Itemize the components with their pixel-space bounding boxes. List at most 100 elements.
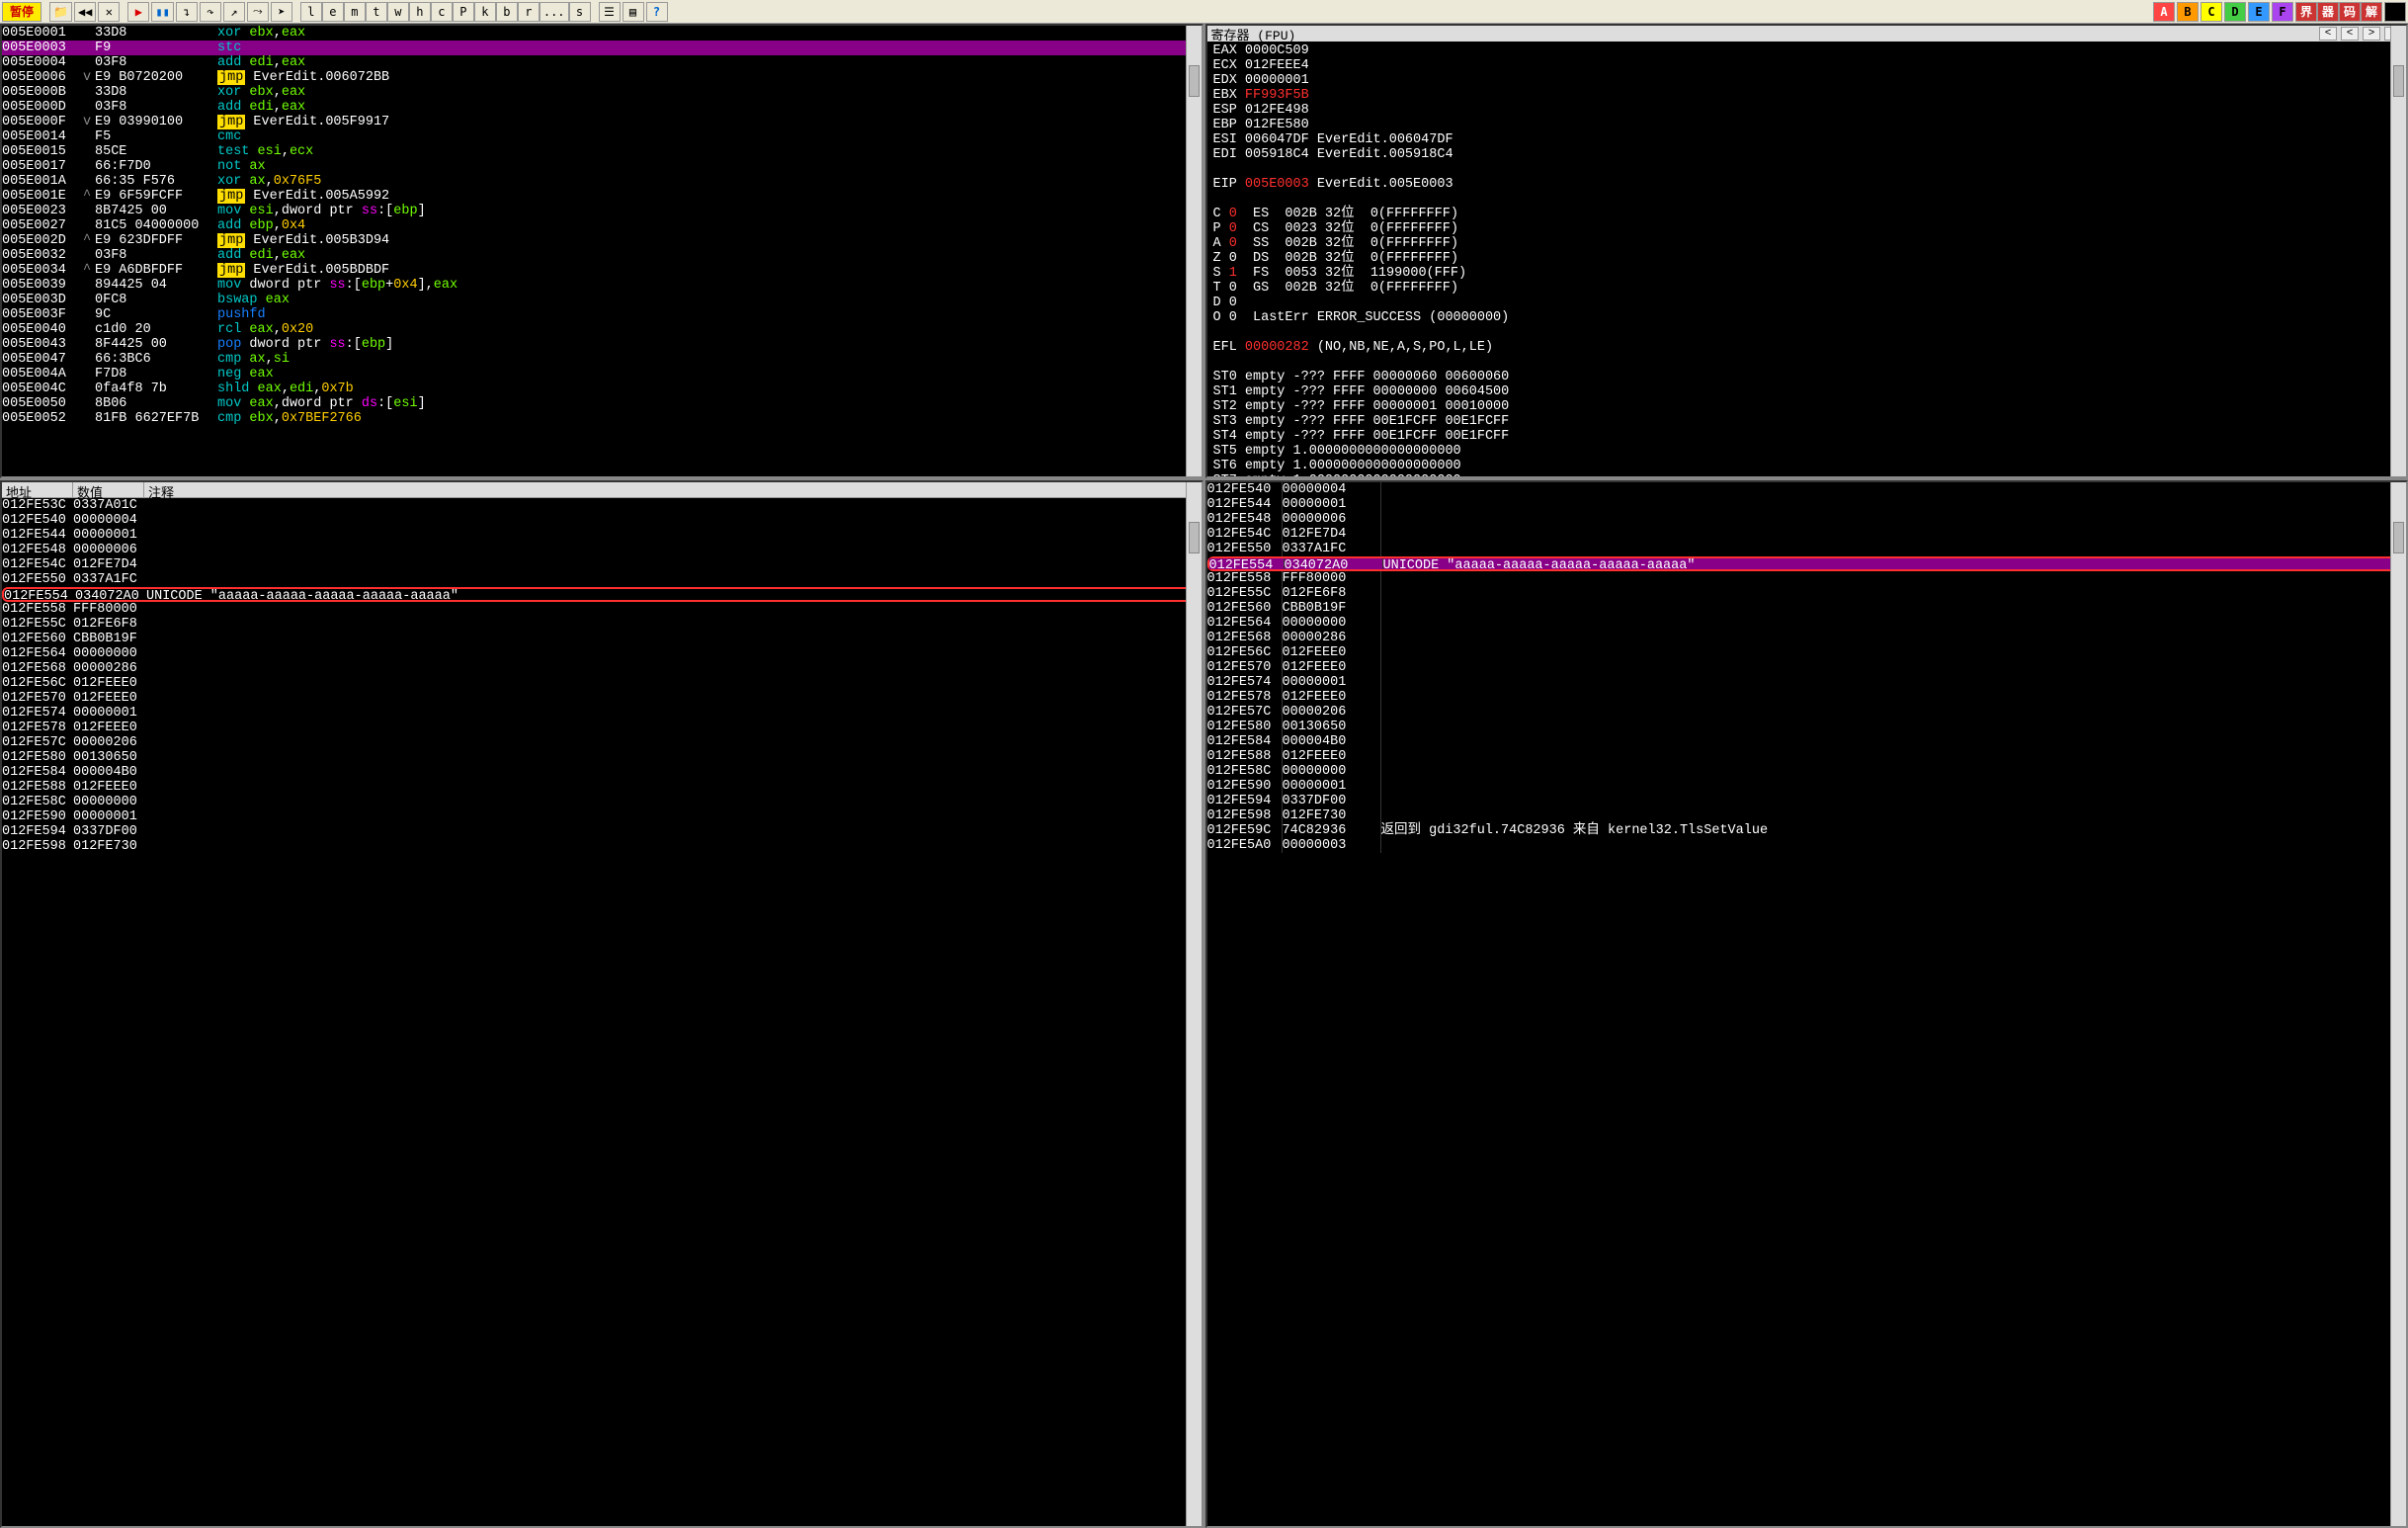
marker-e[interactable]: E bbox=[2248, 2, 2270, 22]
stack-row[interactable]: 012FE54000000004 bbox=[1207, 482, 2407, 497]
disasm-row[interactable]: 005E0006vE9 B0720200jmp EverEdit.006072B… bbox=[2, 70, 1202, 85]
stack-row[interactable]: 012FE558FFF80000 bbox=[1207, 571, 2407, 586]
dump-row[interactable]: 012FE59000000001 bbox=[2, 809, 1202, 824]
toolbar-btn-...[interactable]: ... bbox=[540, 2, 569, 22]
stack-scrollbar[interactable] bbox=[2390, 482, 2406, 1526]
dump-row[interactable]: 012FE54400000001 bbox=[2, 528, 1202, 543]
stack-row[interactable]: 012FE54400000001 bbox=[1207, 497, 2407, 512]
dump-row[interactable]: 012FE560CBB0B19F bbox=[2, 632, 1202, 646]
disasm-row[interactable]: 005E0034^E9 A6DBFDFFjmp EverEdit.005BDBD… bbox=[2, 263, 1202, 278]
toolbar-btn-k[interactable]: k bbox=[474, 2, 496, 22]
stack-row[interactable]: 012FE58C00000000 bbox=[1207, 764, 2407, 779]
dump-row[interactable]: 012FE584000004B0 bbox=[2, 765, 1202, 780]
disasm-row[interactable]: 005E0050 8B06mov eax,dword ptr ds:[esi] bbox=[2, 396, 1202, 411]
toolbar-btn-r[interactable]: r bbox=[518, 2, 540, 22]
disasm-row[interactable]: 005E0047 66:3BC6cmp ax,si bbox=[2, 352, 1202, 367]
marker-d[interactable]: D bbox=[2224, 2, 2246, 22]
pause-icon[interactable]: ▮▮ bbox=[151, 2, 173, 22]
stack-row[interactable]: 012FE55C012FE6F8 bbox=[1207, 586, 2407, 601]
disasm-row[interactable]: 005E004A F7D8neg eax bbox=[2, 367, 1202, 382]
stack-row[interactable]: 012FE578012FEEE0 bbox=[1207, 690, 2407, 705]
dump-row[interactable]: 012FE58000130650 bbox=[2, 750, 1202, 765]
stack-row[interactable]: 012FE58000130650 bbox=[1207, 720, 2407, 734]
dump-row[interactable]: 012FE56800000286 bbox=[2, 661, 1202, 676]
dump-row[interactable]: 012FE554034072A0UNICODE "aaaaa-aaaaa-aaa… bbox=[2, 587, 1202, 602]
disasm-row[interactable]: 005E0040 c1d0 20rcl eax,0x20 bbox=[2, 322, 1202, 337]
dump-row[interactable]: 012FE570012FEEE0 bbox=[2, 691, 1202, 706]
disasm-row[interactable]: 005E0032 03F8add edi,eax bbox=[2, 248, 1202, 263]
folder-icon[interactable]: 📁 bbox=[49, 2, 72, 22]
stack-row[interactable]: 012FE57400000001 bbox=[1207, 675, 2407, 690]
toolbar-btn-s[interactable]: s bbox=[569, 2, 591, 22]
nav-first-icon[interactable]: < bbox=[2319, 27, 2337, 41]
dump-scrollbar[interactable] bbox=[1186, 482, 1202, 1526]
toolbar-cjk-器[interactable]: 器 bbox=[2317, 2, 2339, 22]
disasm-row[interactable]: 005E000D 03F8add edi,eax bbox=[2, 100, 1202, 115]
disasm-row[interactable]: 005E0014 F5cmc bbox=[2, 129, 1202, 144]
disasm-row[interactable]: 005E0023 8B7425 00mov esi,dword ptr ss:[… bbox=[2, 204, 1202, 218]
disasm-row[interactable]: 005E003F 9Cpushfd bbox=[2, 307, 1202, 322]
disasm-row[interactable]: 005E000B 33D8xor ebx,eax bbox=[2, 85, 1202, 100]
stack-row[interactable]: 012FE5500337A1FC bbox=[1207, 542, 2407, 556]
toolbar-btn-w[interactable]: w bbox=[387, 2, 409, 22]
step-over-icon[interactable]: ↷ bbox=[200, 2, 221, 22]
disasm-row[interactable]: 005E0015 85CEtest esi,ecx bbox=[2, 144, 1202, 159]
list-icon[interactable]: ☰ bbox=[599, 2, 621, 22]
toolbar-btn-P[interactable]: P bbox=[453, 2, 474, 22]
stack-row[interactable]: 012FE554034072A0UNICODE "aaaaa-aaaaa-aaa… bbox=[1207, 556, 2407, 571]
step-into-icon[interactable]: ↴ bbox=[176, 2, 198, 22]
disasm-row[interactable]: 005E0043 8F4425 00pop dword ptr ss:[ebp] bbox=[2, 337, 1202, 352]
marker-a[interactable]: A bbox=[2153, 2, 2175, 22]
dump-row[interactable]: 012FE588012FEEE0 bbox=[2, 780, 1202, 795]
stack-row[interactable]: 012FE570012FEEE0 bbox=[1207, 660, 2407, 675]
dump-row[interactable]: 012FE54C012FE7D4 bbox=[2, 557, 1202, 572]
step-out-icon[interactable]: ↗ bbox=[223, 2, 245, 22]
stack-row[interactable]: 012FE56800000286 bbox=[1207, 631, 2407, 645]
stack-row[interactable]: 012FE59C74C82936返回到 gdi32ful.74C82936 来自… bbox=[1207, 823, 2407, 838]
disasm-row[interactable]: 005E0027 81C5 04000000add ebp,0x4 bbox=[2, 218, 1202, 233]
disasm-row[interactable]: 005E0004 03F8add edi,eax bbox=[2, 55, 1202, 70]
disasm-row[interactable]: 005E001E^E9 6F59FCFFjmp EverEdit.005A599… bbox=[2, 189, 1202, 204]
stack-row[interactable]: 012FE5A000000003 bbox=[1207, 838, 2407, 853]
checklist-icon[interactable]: ▤ bbox=[623, 2, 644, 22]
run-icon[interactable]: ▶ bbox=[127, 2, 149, 22]
close-icon[interactable]: ✕ bbox=[98, 2, 120, 22]
stack-row[interactable]: 012FE54800000006 bbox=[1207, 512, 2407, 527]
disasm-row[interactable]: 005E003D 0FC8bswap eax bbox=[2, 293, 1202, 307]
dump-row[interactable]: 012FE56400000000 bbox=[2, 646, 1202, 661]
registers-pane[interactable]: 寄存器 (FPU) < < > > EAX 0000C509 ECX 012FE… bbox=[1205, 24, 2408, 478]
toolbar-cjk-解[interactable]: 解 bbox=[2361, 2, 2382, 22]
disasm-row[interactable]: 005E001A 66:35 F576xor ax,0x76F5 bbox=[2, 174, 1202, 189]
disasm-row[interactable]: 005E0052 81FB 6627EF7Bcmp ebx,0x7BEF2766 bbox=[2, 411, 1202, 426]
marker-b[interactable]: B bbox=[2177, 2, 2199, 22]
stack-row[interactable]: 012FE59000000001 bbox=[1207, 779, 2407, 794]
stack-row[interactable]: 012FE560CBB0B19F bbox=[1207, 601, 2407, 616]
toolbar-btn-b[interactable]: b bbox=[496, 2, 518, 22]
dump-row[interactable]: 012FE54000000004 bbox=[2, 513, 1202, 528]
dump-row[interactable]: 012FE58C00000000 bbox=[2, 795, 1202, 809]
run-to-icon[interactable]: ➤ bbox=[271, 2, 292, 22]
pause-button[interactable]: 暂停 bbox=[2, 2, 42, 22]
dump-row[interactable]: 012FE5500337A1FC bbox=[2, 572, 1202, 587]
stack-pane[interactable]: 012FE54000000004012FE54400000001012FE548… bbox=[1205, 480, 2408, 1528]
toolbar-btn-c[interactable]: c bbox=[431, 2, 453, 22]
toolbar-btn-h[interactable]: h bbox=[409, 2, 431, 22]
toolbar-btn-l[interactable]: l bbox=[300, 2, 322, 22]
toolbar-btn-m[interactable]: m bbox=[344, 2, 366, 22]
registers-scrollbar[interactable] bbox=[2390, 26, 2406, 476]
dump-row[interactable]: 012FE53C0337A01C bbox=[2, 498, 1202, 513]
dump-row[interactable]: 012FE57C00000206 bbox=[2, 735, 1202, 750]
dump-row[interactable]: 012FE5940337DF00 bbox=[2, 824, 1202, 839]
stack-row[interactable]: 012FE57C00000206 bbox=[1207, 705, 2407, 720]
disasm-row[interactable]: 005E000FvE9 03990100jmp EverEdit.005F991… bbox=[2, 115, 1202, 129]
disasm-row[interactable]: 005E004C 0fa4f8 7bshld eax,edi,0x7b bbox=[2, 382, 1202, 396]
disassembly-pane[interactable]: 005E0001 33D8xor ebx,eax005E0003 F9stc 0… bbox=[0, 24, 1204, 478]
disasm-row[interactable]: 005E0001 33D8xor ebx,eax bbox=[2, 26, 1202, 41]
disasm-scrollbar[interactable] bbox=[1186, 26, 1202, 476]
stack-row[interactable]: 012FE5940337DF00 bbox=[1207, 794, 2407, 808]
stack-row[interactable]: 012FE598012FE730 bbox=[1207, 808, 2407, 823]
nav-next-icon[interactable]: > bbox=[2363, 27, 2380, 41]
toolbar-btn-e[interactable]: e bbox=[322, 2, 344, 22]
toolbar-cjk-界[interactable]: 界 bbox=[2295, 2, 2317, 22]
stack-row[interactable]: 012FE54C012FE7D4 bbox=[1207, 527, 2407, 542]
